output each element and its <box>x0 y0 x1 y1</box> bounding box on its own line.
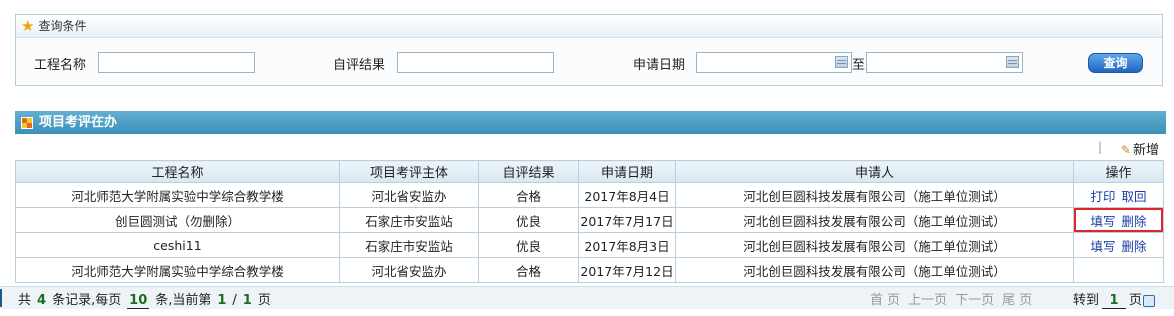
goto-page: 转到 1 页 <box>1073 289 1156 309</box>
goto-suffix: 页 <box>1129 293 1143 308</box>
cell-subject: 石家庄市安监站 <box>339 232 479 258</box>
cell-actions: 填写 删除 <box>1073 207 1164 233</box>
cell-project-name: 河北师范大学附属实验中学综合教学楼 <box>15 182 340 208</box>
list-toolbar: | ✎ 新增 <box>15 139 1163 158</box>
add-button[interactable]: ✎ 新增 <box>1121 139 1159 158</box>
cell-applicant: 河北创巨圆科技发展有限公司（施工单位测试） <box>675 207 1074 233</box>
apply-date-label: 申请日期 <box>633 58 686 73</box>
column-header: 项目考评主体 <box>339 160 479 183</box>
cell-project-name: 创巨圆测试（勿删除） <box>15 207 340 233</box>
current-page: 1 <box>217 293 227 308</box>
project-name-input[interactable] <box>98 52 255 73</box>
per-page-input[interactable]: 10 <box>127 293 150 309</box>
list-title: 项目考评在办 <box>39 115 118 130</box>
column-header: 工程名称 <box>15 160 340 183</box>
fill-link[interactable]: 填写 <box>1090 214 1115 229</box>
table-row: 创巨圆测试（勿删除） 石家庄市安监站 优良 2017年7月17日 河北创巨圆科技… <box>15 207 1164 233</box>
cell-result: 优良 <box>478 207 579 233</box>
prev-page-link[interactable]: 上一页 <box>908 293 947 308</box>
cell-date: 2017年8月3日 <box>578 232 676 258</box>
page-suffix: 页 <box>257 293 271 308</box>
cell-result: 合格 <box>478 257 579 283</box>
cell-applicant: 河北创巨圆科技发展有限公司（施工单位测试） <box>675 182 1074 208</box>
cell-result: 合格 <box>478 182 579 208</box>
toolbar-divider: | <box>1097 140 1102 154</box>
column-header: 操作 <box>1073 160 1164 183</box>
add-button-label: 新增 <box>1132 143 1159 158</box>
search-button[interactable]: 查询 <box>1088 53 1143 73</box>
cell-actions <box>1073 257 1164 283</box>
star-icon: ★ <box>21 17 35 35</box>
current-text: 条,当前第 <box>155 293 212 308</box>
cell-actions: 打印 取回 <box>1073 182 1164 208</box>
retrieve-link[interactable]: 取回 <box>1122 189 1147 204</box>
records-text: 条记录,每页 <box>52 293 122 308</box>
cell-date: 2017年8月4日 <box>578 182 676 208</box>
self-eval-label: 自评结果 <box>333 58 386 73</box>
cell-project-name: 河北师范大学附属实验中学综合教学楼 <box>15 257 340 283</box>
delete-link[interactable]: 删除 <box>1122 214 1147 229</box>
project-name-label: 工程名称 <box>34 58 87 73</box>
table-row: 河北师范大学附属实验中学综合教学楼 河北省安监办 合格 2017年8月4日 河北… <box>15 182 1164 208</box>
page-slash: / <box>232 293 237 308</box>
cell-applicant: 河北创巨圆科技发展有限公司（施工单位测试） <box>675 232 1074 258</box>
cell-subject: 河北省安监办 <box>339 182 479 208</box>
goto-label: 转到 <box>1073 293 1100 308</box>
query-header: ★ 查询条件 <box>16 15 1162 38</box>
date-to-input[interactable] <box>866 52 1023 73</box>
list-title-bar: 项目考评在办 <box>15 111 1166 134</box>
query-panel: ★ 查询条件 工程名称 自评结果 申请日期 至 查询 <box>15 14 1163 86</box>
self-eval-input[interactable] <box>397 52 554 73</box>
pager-nav: 首 页上一页 下一页尾 页 <box>870 289 1040 308</box>
query-header-title: 查询条件 <box>38 19 87 33</box>
cell-project-name: ceshi11 <box>15 232 340 258</box>
go-icon[interactable] <box>1143 294 1156 307</box>
pager-edge <box>0 289 2 307</box>
fill-link[interactable]: 填写 <box>1090 239 1115 254</box>
table-header-row: 工程名称 项目考评主体 自评结果 申请日期 申请人 操作 <box>15 160 1164 183</box>
print-link[interactable]: 打印 <box>1090 189 1115 204</box>
query-row: 工程名称 自评结果 申请日期 至 查询 <box>16 51 1162 75</box>
next-page-link[interactable]: 下一页 <box>955 293 994 308</box>
last-page-link[interactable]: 尾 页 <box>1002 293 1032 308</box>
first-page-link[interactable]: 首 页 <box>870 293 900 308</box>
column-header: 自评结果 <box>478 160 579 183</box>
grid-icon <box>21 116 33 129</box>
calendar-icon[interactable] <box>1006 56 1019 68</box>
delete-link[interactable]: 删除 <box>1122 239 1147 254</box>
column-header: 申请日期 <box>578 160 676 183</box>
table-row: ceshi11 石家庄市安监站 优良 2017年8月3日 河北创巨圆科技发展有限… <box>15 232 1164 258</box>
pager-prefix: 共 <box>18 293 32 308</box>
cell-subject: 河北省安监办 <box>339 257 479 283</box>
date-to-label: 至 <box>852 58 866 73</box>
table-row: 河北师范大学附属实验中学综合教学楼 河北省安监办 合格 2017年7月12日 河… <box>15 257 1164 283</box>
cell-applicant: 河北创巨圆科技发展有限公司（施工单位测试） <box>675 257 1074 283</box>
pager: 共 4 条记录,每页 10 条,当前第 1/1 页 首 页上一页 下一页尾 页 转到 1 页 <box>0 286 1174 309</box>
cell-result: 优良 <box>478 232 579 258</box>
column-header: 申请人 <box>675 160 1074 183</box>
total-pages: 1 <box>242 293 252 308</box>
total-records: 4 <box>37 293 47 308</box>
goto-page-input[interactable]: 1 <box>1102 293 1127 309</box>
cell-date: 2017年7月12日 <box>578 257 676 283</box>
cell-date: 2017年7月17日 <box>578 207 676 233</box>
project-table: 工程名称 项目考评主体 自评结果 申请日期 申请人 操作 河北师范大学附属实验中… <box>15 160 1164 283</box>
highlight-box <box>1074 208 1163 232</box>
cell-actions: 填写 删除 <box>1073 232 1164 258</box>
pager-info: 共 4 条记录,每页 10 条,当前第 1/1 页 <box>18 289 271 309</box>
cell-subject: 石家庄市安监站 <box>339 207 479 233</box>
calendar-icon[interactable] <box>835 56 848 68</box>
edit-icon: ✎ <box>1120 143 1131 157</box>
date-from-input[interactable] <box>696 52 852 73</box>
